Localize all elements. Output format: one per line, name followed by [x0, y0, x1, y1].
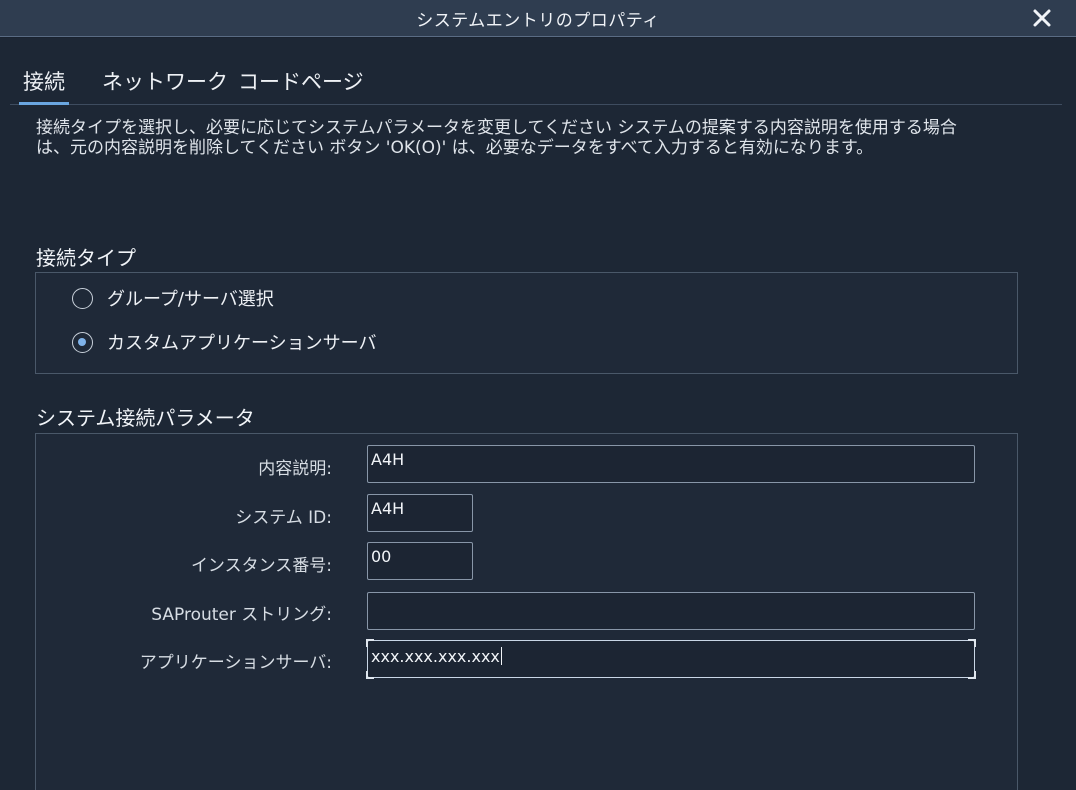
focus-corner [968, 671, 976, 679]
radio-label: グループ/サーバ選択 [107, 289, 274, 310]
connection-type-title: 接続タイプ [36, 246, 136, 270]
description-field[interactable]: A4H [367, 445, 975, 483]
description-line-1: 接続タイプを選択し、必要に応じてシステムパラメータを変更してください システムの… [36, 118, 957, 138]
radio-button-checked[interactable] [72, 331, 93, 353]
application-server-label: アプリケーションサーバ: [139, 653, 332, 673]
focus-corner [366, 671, 374, 679]
title-bar: システムエントリのプロパティ [0, 0, 1076, 37]
connection-type-group: グループ/サーバ選択 カスタムアプリケーションサーバ [35, 272, 1018, 374]
tab-connection[interactable]: 接続 [19, 66, 69, 105]
description-line-2: は、元の内容説明を削除してください ボタン 'OK(O)' は、必要なデータをす… [36, 138, 874, 158]
close-button[interactable] [1026, 2, 1058, 34]
system-id-label: システム ID: [235, 508, 332, 528]
description-field-label: 内容説明: [258, 459, 332, 479]
system-parameters-group: 内容説明: A4H システム ID: A4H インスタンス番号: 00 SAPr… [35, 433, 1018, 790]
radio-group-server-select[interactable]: グループ/サーバ選択 [72, 285, 274, 311]
tab-network[interactable]: ネットワーク [102, 66, 228, 105]
close-icon [1033, 9, 1051, 27]
radio-custom-app-server[interactable]: カスタムアプリケーションサーバ [72, 329, 376, 355]
radio-button-unchecked[interactable] [72, 287, 93, 309]
system-parameters-title: システム接続パラメータ [36, 406, 255, 430]
saprouter-string-label: SAProuter ストリング: [151, 605, 332, 625]
focus-corner [968, 639, 976, 647]
tab-bar: 接続 ネットワーク コードページ [10, 38, 1062, 105]
saprouter-string-field[interactable] [367, 592, 975, 630]
instance-number-label: インスタンス番号: [190, 556, 332, 576]
tab-codepage[interactable]: コードページ [238, 66, 364, 105]
application-server-value: xxx.xxx.xxx.xxx [371, 647, 500, 666]
window-title: システムエントリのプロパティ [416, 10, 660, 31]
text-caret [500, 647, 502, 665]
instance-number-field[interactable]: 00 [367, 542, 473, 580]
radio-label: カスタムアプリケーションサーバ [107, 333, 377, 354]
description-text: 接続タイプを選択し、必要に応じてシステムパラメータを変更してください システムの… [36, 118, 1016, 158]
system-id-field[interactable]: A4H [367, 494, 473, 532]
application-server-field[interactable]: xxx.xxx.xxx.xxx [366, 639, 976, 679]
focus-corner [366, 639, 374, 647]
